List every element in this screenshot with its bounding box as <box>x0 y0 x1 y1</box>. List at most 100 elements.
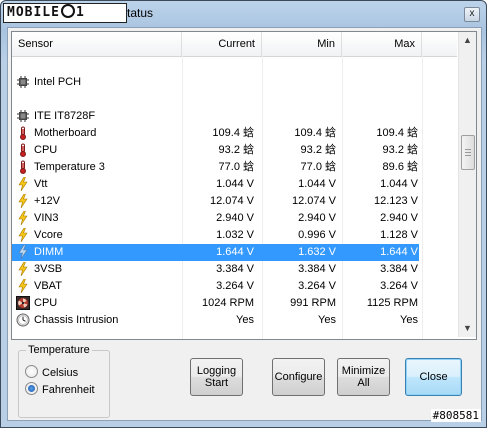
sensor-row[interactable]: Chassis Intrusion Yes Yes Yes <box>12 312 419 329</box>
celsius-radio[interactable]: Celsius <box>25 365 78 379</box>
column-header-max[interactable]: Max <box>342 32 422 56</box>
cell-current: 3.384 V <box>216 263 254 275</box>
column-header-min[interactable]: Min <box>262 32 342 56</box>
cell-current: 1.032 V <box>216 229 254 241</box>
logo-ring-icon <box>60 4 75 18</box>
cell-max: Yes <box>400 314 418 326</box>
minimize-all-button[interactable]: Minimize All <box>337 358 390 396</box>
thermometer-icon <box>16 143 30 157</box>
window-title: tatus <box>127 6 154 20</box>
sensor-row[interactable]: DIMM 1.644 V 1.632 V 1.644 V <box>12 244 419 261</box>
cell-name: Chassis Intrusion <box>34 314 119 326</box>
column-header-current[interactable]: Current <box>182 32 262 56</box>
close-button[interactable]: Close <box>405 358 462 396</box>
cell-name: ITE IT8728F <box>34 110 96 122</box>
radio-dot-icon <box>28 385 35 392</box>
cell-current: 1.644 V <box>216 246 254 258</box>
blank-row <box>12 57 419 74</box>
cell-name: Vcore <box>34 229 63 241</box>
logo-text: MOBILE <box>7 5 60 20</box>
cell-max: 3.264 V <box>380 280 418 292</box>
cell-min: 12.074 V <box>291 195 336 207</box>
cell-name: VIN3 <box>34 212 59 224</box>
sensor-row[interactable]: CPU 1024 RPM 991 RPM 1125 RPM <box>12 295 419 312</box>
scroll-up-icon[interactable]: ▲ <box>459 32 476 49</box>
cell-name: 3VSB <box>34 263 63 275</box>
scroll-thumb[interactable] <box>461 135 475 170</box>
group-row[interactable]: ITE IT8728F <box>12 108 419 125</box>
cell-max: 1.644 V <box>380 246 418 258</box>
cell-name: CPU <box>34 144 58 156</box>
window-close-button[interactable]: x <box>464 7 480 22</box>
column-header-sensor[interactable]: Sensor <box>12 32 182 56</box>
sensor-list[interactable]: Sensor Current Min Max Intel PCH ITE IT87… <box>11 31 477 340</box>
sensor-row[interactable]: 3VSB 3.384 V 3.384 V 3.384 V <box>12 261 419 278</box>
sensor-row[interactable]: Temperature 3 77.0 蛿 77.0 蛿 89.6 蛿 <box>12 159 419 176</box>
cell-current: 1.044 V <box>216 178 254 190</box>
fahrenheit-label: Fahrenheit <box>42 384 95 396</box>
cell-max: 1.128 V <box>380 229 418 241</box>
cell-name: Intel PCH <box>34 76 82 88</box>
sensor-row[interactable]: CPU 93.2 蛿 93.2 蛿 93.2 蛿 <box>12 142 419 159</box>
cell-max: 1125 RPM <box>366 297 418 309</box>
fan-icon <box>16 296 30 310</box>
cell-max: 12.123 V <box>373 195 418 207</box>
lightning-icon <box>16 278 30 294</box>
blank-row <box>12 91 419 108</box>
cell-max: 1.044 V <box>380 178 418 190</box>
cell-min: 3.264 V <box>298 280 336 292</box>
close-label: Close <box>419 371 448 383</box>
column-divider <box>422 56 423 339</box>
sensor-row[interactable]: +12V 12.074 V 12.074 V 12.123 V <box>12 193 419 210</box>
sensor-row[interactable]: Vcore 1.032 V 0.996 V 1.128 V <box>12 227 419 244</box>
title-bar[interactable]: MOBILE 1 tatus x <box>1 1 486 25</box>
cell-name: +12V <box>34 195 60 207</box>
sensor-row[interactable]: Motherboard 109.4 蛿 109.4 蛿 109.4 蛿 <box>12 125 419 142</box>
cell-min: 109.4 蛿 <box>294 127 336 139</box>
celsius-label: Celsius <box>42 367 79 379</box>
cell-min: 93.2 蛿 <box>300 144 336 156</box>
grip-line <box>465 149 471 150</box>
client-area: Sensor Current Min Max Intel PCH ITE IT87… <box>7 27 482 421</box>
cell-max: 3.384 V <box>380 263 418 275</box>
cell-max: 93.2 蛿 <box>382 144 418 156</box>
group-row[interactable]: Intel PCH <box>12 74 419 91</box>
lightning-icon <box>16 193 30 209</box>
cell-min: 3.384 V <box>298 263 336 275</box>
cell-min: 77.0 蛿 <box>300 161 336 173</box>
sensor-row[interactable]: VBAT 3.264 V 3.264 V 3.264 V <box>12 278 419 295</box>
vertical-scrollbar[interactable]: ▲ ▼ <box>458 32 476 337</box>
logging-start-button[interactable]: Logging Start <box>190 358 243 396</box>
cell-name: Temperature 3 <box>34 161 105 173</box>
configure-button[interactable]: Configure <box>272 358 325 396</box>
cell-name: VBAT <box>34 280 62 292</box>
cell-max: 89.6 蛿 <box>382 161 418 173</box>
cell-name: Vtt <box>34 178 48 190</box>
chip-icon <box>16 75 30 89</box>
thermometer-icon <box>16 126 30 140</box>
lightning-icon <box>16 244 30 260</box>
cell-min: 2.940 V <box>298 212 336 224</box>
sensor-row[interactable]: VIN3 2.940 V 2.940 V 2.940 V <box>12 210 419 227</box>
configure-label: Configure <box>274 371 323 383</box>
cell-current: 109.4 蛿 <box>212 127 254 139</box>
cell-min: 991 RPM <box>290 297 336 309</box>
minimize-all-label: Minimize All <box>341 365 386 389</box>
chip-icon <box>16 109 30 123</box>
cell-max: 109.4 蛿 <box>376 127 418 139</box>
scroll-down-icon[interactable]: ▼ <box>459 320 476 337</box>
cell-name: DIMM <box>34 246 64 258</box>
sensor-row[interactable]: Vtt 1.044 V 1.044 V 1.044 V <box>12 176 419 193</box>
list-header: Sensor Current Min Max <box>12 32 457 57</box>
logging-start-label: Logging Start <box>196 365 237 389</box>
fahrenheit-radio[interactable]: Fahrenheit <box>25 382 95 396</box>
radio-circle-icon <box>25 365 38 378</box>
watermark-logo: MOBILE 1 <box>3 3 127 23</box>
sensor-status-window: MOBILE 1 tatus x Sensor Current Min Max I… <box>0 0 487 428</box>
grip-line <box>465 155 471 156</box>
cell-min: 1.044 V <box>298 178 336 190</box>
cell-name: Motherboard <box>34 127 97 139</box>
cell-current: 3.264 V <box>216 280 254 292</box>
cell-current: 2.940 V <box>216 212 254 224</box>
cell-min: 1.632 V <box>298 246 336 258</box>
